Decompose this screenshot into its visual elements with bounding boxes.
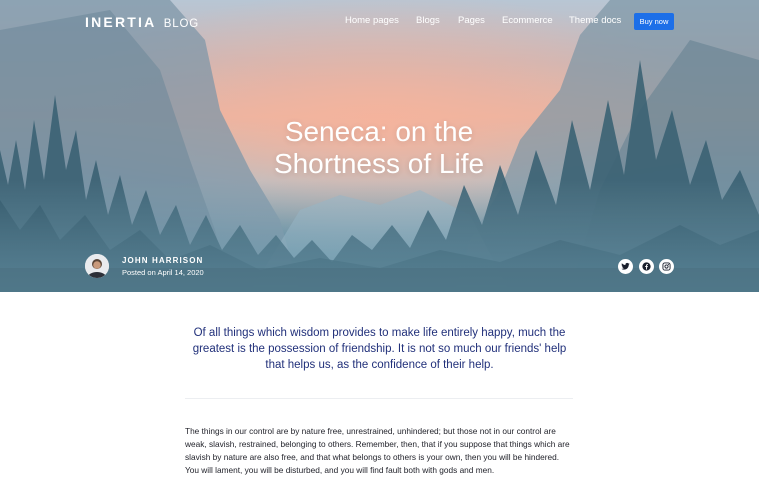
post-date: Posted on April 14, 2020 xyxy=(122,268,204,277)
nav-item-blogs[interactable]: Blogs xyxy=(416,15,440,26)
post-title: Seneca: on the Shortness of Life xyxy=(273,116,485,179)
instagram-icon[interactable] xyxy=(659,259,674,274)
facebook-icon[interactable] xyxy=(639,259,654,274)
buy-now-button[interactable]: Buy now xyxy=(634,13,674,30)
hero-section: INERTIA BLOG Home pages Blogs Pages Ecom… xyxy=(0,0,759,292)
nav-item-pages[interactable]: Pages xyxy=(458,15,485,26)
avatar[interactable] xyxy=(85,254,109,278)
twitter-icon[interactable] xyxy=(618,259,633,274)
nav-item-home-pages[interactable]: Home pages xyxy=(345,15,399,26)
logo-brand: INERTIA xyxy=(85,14,157,30)
lead-quote: Of all things which wisdom provides to m… xyxy=(192,327,567,371)
nav-item-ecommerce[interactable]: Ecommerce xyxy=(502,15,553,26)
nav-item-theme-docs[interactable]: Theme docs xyxy=(569,15,621,26)
divider xyxy=(185,398,573,399)
author-photo xyxy=(85,254,109,278)
article-paragraph: The things in our control are by nature … xyxy=(185,426,570,475)
site-logo[interactable]: INERTIA BLOG xyxy=(85,14,199,30)
author-name[interactable]: JOHN HARRISON xyxy=(122,256,203,265)
logo-sub: BLOG xyxy=(163,18,199,30)
top-navigation: INERTIA BLOG Home pages Blogs Pages Ecom… xyxy=(0,0,759,44)
